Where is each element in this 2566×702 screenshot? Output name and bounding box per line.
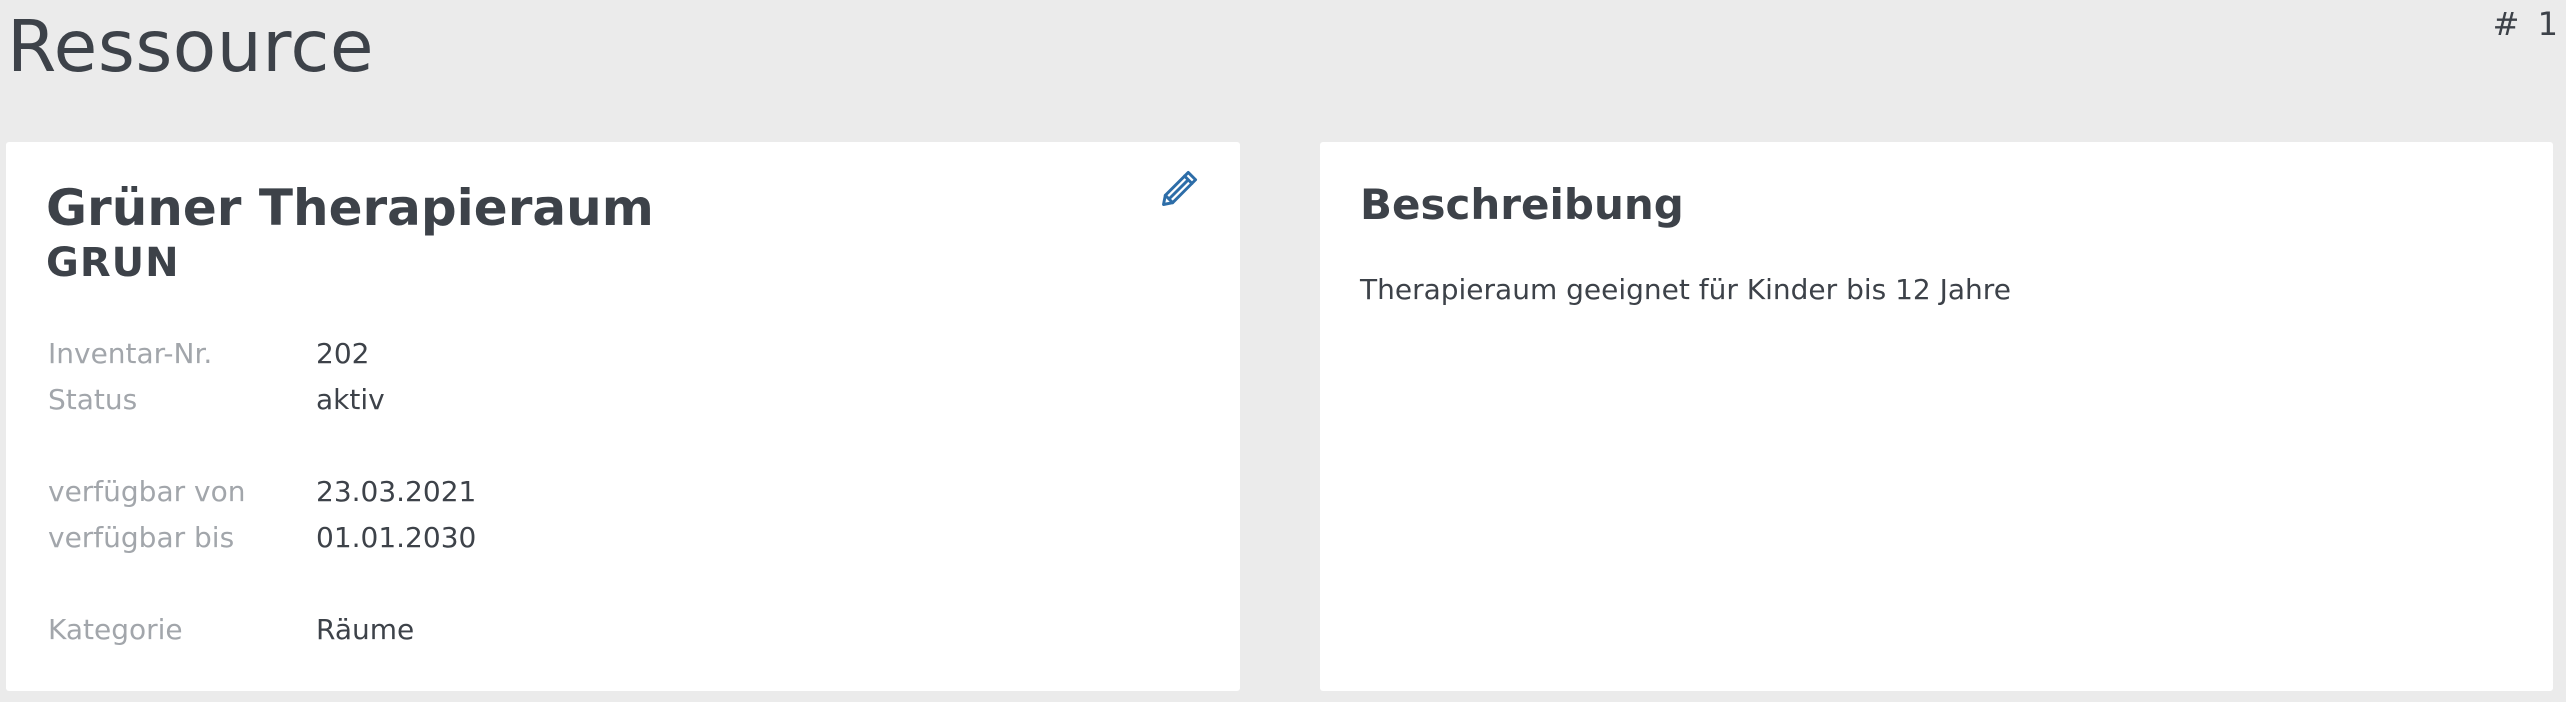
available-until-value: 01.01.2030 (316, 521, 477, 554)
inventory-number-label: Inventar-Nr. (48, 337, 213, 370)
resource-code: GRUN (46, 240, 180, 286)
inventory-number-value: 202 (316, 337, 370, 370)
record-id: # 1 (2492, 5, 2562, 43)
description-card: Beschreibung Therapieraum geeignet für K… (1320, 142, 2553, 691)
description-text: Therapieraum geeignet für Kinder bis 12 … (1360, 273, 2011, 306)
resource-name: Grüner Therapieraum (46, 179, 654, 237)
category-value: Räume (316, 613, 415, 646)
available-from-value: 23.03.2021 (316, 475, 477, 508)
edit-button[interactable] (1158, 166, 1202, 210)
status-label: Status (48, 383, 138, 416)
status-value: aktiv (316, 383, 385, 416)
available-until-label: verfügbar bis (48, 521, 235, 554)
page-title: Ressource (7, 5, 375, 88)
available-from-label: verfügbar von (48, 475, 246, 508)
resource-details-card: Grüner Therapieraum GRUN Inventar-Nr. 20… (6, 142, 1240, 691)
pencil-icon (1162, 170, 1198, 206)
description-title: Beschreibung (1360, 180, 1684, 229)
category-label: Kategorie (48, 613, 183, 646)
